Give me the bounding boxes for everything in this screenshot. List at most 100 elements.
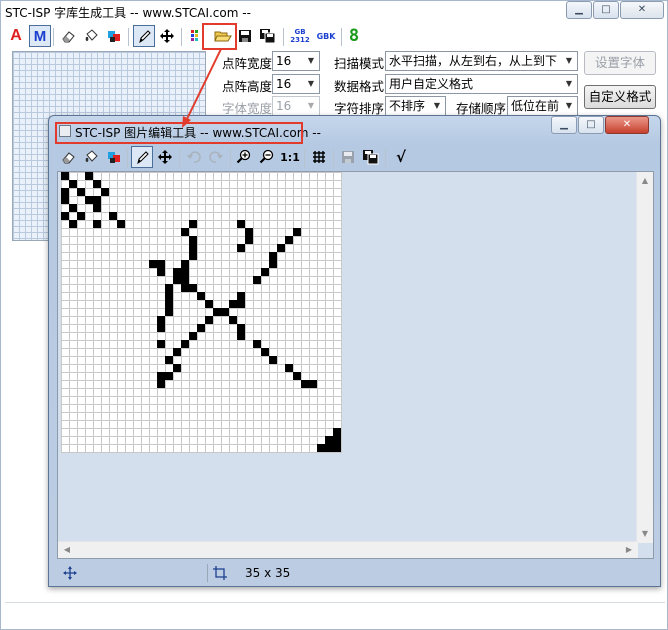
pixel-cell — [165, 284, 173, 292]
child-minimize-button[interactable]: ▁ — [551, 116, 577, 134]
child-close-button[interactable]: ✕ — [605, 116, 649, 134]
eraser-icon — [62, 31, 75, 43]
main-horizontal-scrollbar[interactable] — [5, 602, 665, 619]
close-button[interactable]: ✕ — [620, 1, 664, 19]
eraser-button[interactable] — [57, 25, 79, 47]
pixel-cell — [189, 284, 197, 292]
save-as-icon — [260, 29, 276, 44]
pixel-cell — [77, 212, 85, 220]
pixel-cell — [189, 220, 197, 228]
undo-button[interactable] — [183, 146, 205, 168]
apply-button[interactable]: √ — [390, 146, 412, 168]
fill-button[interactable] — [80, 25, 102, 47]
data-format-select[interactable]: 用户自定义格式 ▼ — [385, 74, 578, 94]
fill-button[interactable] — [80, 146, 102, 168]
scan-mode-select[interactable]: 水平扫描，从左到右，从上到下 ▼ — [385, 51, 578, 71]
paint-bucket-icon — [85, 150, 98, 162]
pixel-canvas[interactable] — [61, 172, 342, 453]
maximize-button[interactable]: □ — [593, 1, 619, 19]
scroll-down-icon[interactable]: ▼ — [638, 527, 652, 541]
pixel-cell — [269, 356, 277, 364]
toolbar-separator — [304, 149, 305, 167]
gb2312-button[interactable]: GB 2312 — [287, 25, 313, 47]
pixel-cell — [325, 436, 333, 444]
font-m-button[interactable]: M — [29, 25, 51, 47]
color-icon — [108, 152, 120, 163]
storage-order-select[interactable]: 低位在前 ▼ — [507, 96, 578, 116]
dot-width-value: 16 — [276, 54, 292, 68]
char-order-select[interactable]: 不排序 ▼ — [385, 96, 446, 116]
redo-button[interactable] — [205, 146, 227, 168]
pixel-cell — [69, 204, 77, 212]
toolbar-separator — [283, 28, 284, 46]
grid-icon — [313, 151, 325, 163]
save-as-button[interactable] — [360, 146, 382, 168]
color-button[interactable] — [103, 146, 125, 168]
pixel-cell — [237, 220, 245, 228]
chevron-down-icon: ▼ — [565, 56, 573, 65]
undo-icon — [187, 151, 201, 163]
pixel-cell — [309, 380, 317, 388]
zoom-out-button[interactable] — [256, 146, 278, 168]
child-maximize-button[interactable]: □ — [578, 116, 604, 134]
eraser-button[interactable] — [57, 146, 79, 168]
save-as-button[interactable] — [257, 25, 279, 47]
pixel-cell — [69, 220, 77, 228]
grid-toggle-button[interactable] — [308, 146, 330, 168]
font-a-button[interactable]: A — [5, 25, 27, 47]
pixel-cell — [157, 380, 165, 388]
font-a-icon: A — [10, 27, 22, 44]
pixel-cell — [325, 444, 333, 452]
scroll-right-icon[interactable]: ▶ — [622, 543, 636, 557]
scroll-up-icon[interactable]: ▲ — [638, 174, 652, 188]
dot-height-select[interactable]: 16 ▼ — [272, 74, 320, 94]
scroll-left-icon[interactable]: ◀ — [60, 543, 74, 557]
custom-format-button[interactable]: 自定义格式 — [584, 85, 656, 109]
char-order-value: 不排序 — [389, 99, 426, 113]
pixel-cell — [237, 244, 245, 252]
toolbar-separator — [385, 149, 386, 167]
pixel-cell — [181, 228, 189, 236]
gbk-button[interactable]: GBK — [313, 25, 339, 47]
pixel-cell — [181, 340, 189, 348]
pixel-cell — [205, 316, 213, 324]
main-toolbar: A M GB 2312 GBK 8 — [3, 25, 667, 49]
save-button[interactable] — [337, 146, 359, 168]
pixel-cell — [173, 348, 181, 356]
scan-mode-value: 水平扫描，从左到右，从上到下 — [389, 54, 558, 68]
pixel-cell — [173, 364, 181, 372]
actual-size-button[interactable]: 1:1 — [279, 146, 301, 168]
pixel-cell — [61, 196, 69, 204]
close-icon: ✕ — [622, 119, 632, 130]
data-format-label: 数据格式 — [334, 79, 385, 94]
selection-size-icon — [213, 566, 227, 580]
pixel-cell — [189, 244, 197, 252]
main-window-title: STC-ISP 字库生成工具 -- www.STCAI.com -- — [5, 6, 251, 20]
pixel-cell — [165, 356, 173, 364]
pixel-cell — [157, 260, 165, 268]
minimize-button[interactable]: ▁ — [566, 1, 592, 19]
horizontal-scrollbar[interactable]: ◀ ▶ — [58, 541, 638, 558]
toolbar-separator — [127, 149, 128, 167]
pixel-cell — [221, 308, 229, 316]
image-editor-window: STC-ISP 图片编辑工具 -- www.STCAI.com -- ▁ □ ✕ — [48, 115, 661, 587]
data-format-value: 用户自定义格式 — [389, 77, 474, 91]
pencil-button[interactable] — [131, 146, 153, 168]
color-button[interactable] — [103, 25, 125, 47]
pixel-cell — [333, 444, 341, 452]
move-arrows-icon — [160, 29, 174, 43]
font-width-select[interactable]: 16 ▼ — [272, 96, 320, 116]
zoom-in-button[interactable] — [233, 146, 255, 168]
dot-width-select[interactable]: 16 ▼ — [272, 51, 320, 71]
move-button[interactable] — [154, 146, 176, 168]
save-button[interactable] — [234, 25, 256, 47]
pencil-button[interactable] — [133, 25, 155, 47]
move-button[interactable] — [156, 25, 178, 47]
pixel-cell — [197, 292, 205, 300]
pixel-cell — [293, 228, 301, 236]
title-highlight-box — [55, 122, 303, 144]
vertical-scrollbar[interactable]: ▲ ▼ — [636, 172, 653, 543]
set-font-button[interactable]: 设置字体 — [584, 51, 656, 75]
digit-font-button[interactable]: 8 — [343, 25, 365, 47]
pixel-cell — [93, 220, 101, 228]
